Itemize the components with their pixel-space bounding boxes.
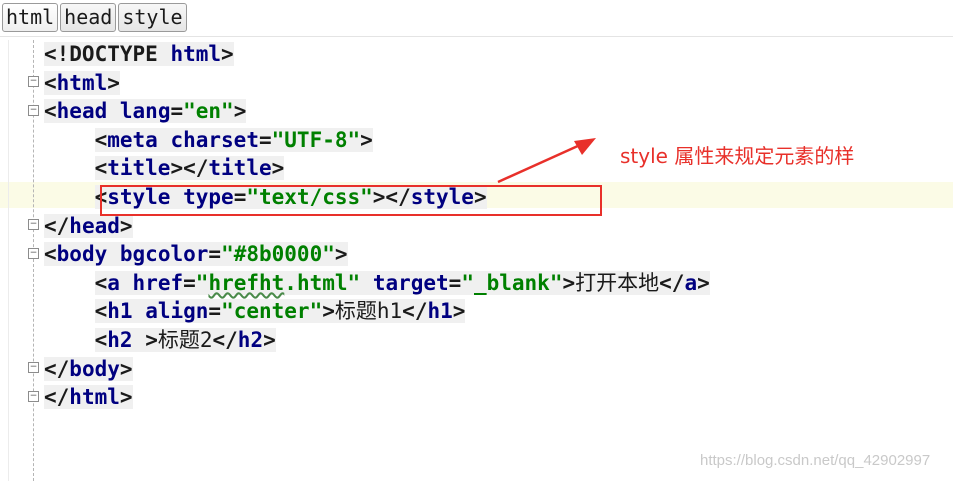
fold-end-icon[interactable]: −: [28, 391, 39, 402]
tab-html[interactable]: html: [2, 3, 59, 32]
tab-style[interactable]: style: [118, 3, 187, 32]
code-line-h2: <h2 >标题2</h2>: [94, 327, 276, 352]
code-line-body-close: </body>: [44, 356, 133, 381]
code-line-meta: <meta charset="UTF-8">: [94, 127, 373, 152]
annotation-text: style 属性来规定元素的样: [620, 144, 855, 168]
code-line-title: <title></title>: [94, 156, 285, 181]
code-line-doctype: <!DOCTYPE html>: [44, 42, 234, 66]
code-line-h1: <h1 align="center">标题h1</h1>: [94, 299, 466, 324]
code-line-body-open: <body bgcolor="#8b0000">: [44, 242, 348, 267]
fold-end-icon[interactable]: −: [28, 219, 39, 230]
tab-head[interactable]: head: [60, 3, 117, 32]
code-line-head-open: <head lang="en">: [44, 99, 247, 124]
fold-collapse-icon[interactable]: −: [28, 105, 39, 116]
fold-collapse-icon[interactable]: −: [28, 76, 39, 87]
watermark: https://blog.csdn.net/qq_42902997: [700, 452, 931, 469]
tab-divider: [0, 36, 953, 37]
code-editor[interactable]: <!DOCTYPE html> <html> <head lang="en"> …: [44, 40, 710, 412]
code-line-html-open: <html>: [44, 70, 120, 95]
fold-collapse-icon[interactable]: −: [28, 248, 39, 259]
gutter-edge: [8, 40, 9, 481]
editor-tabs: html head style: [2, 3, 187, 33]
fold-end-icon[interactable]: −: [28, 362, 39, 373]
annotation-highlight-box: [100, 185, 602, 216]
code-line-anchor: <a href="hrefht.html" target="_blank">打开…: [94, 270, 710, 295]
code-line-html-close: </html>: [44, 385, 133, 410]
